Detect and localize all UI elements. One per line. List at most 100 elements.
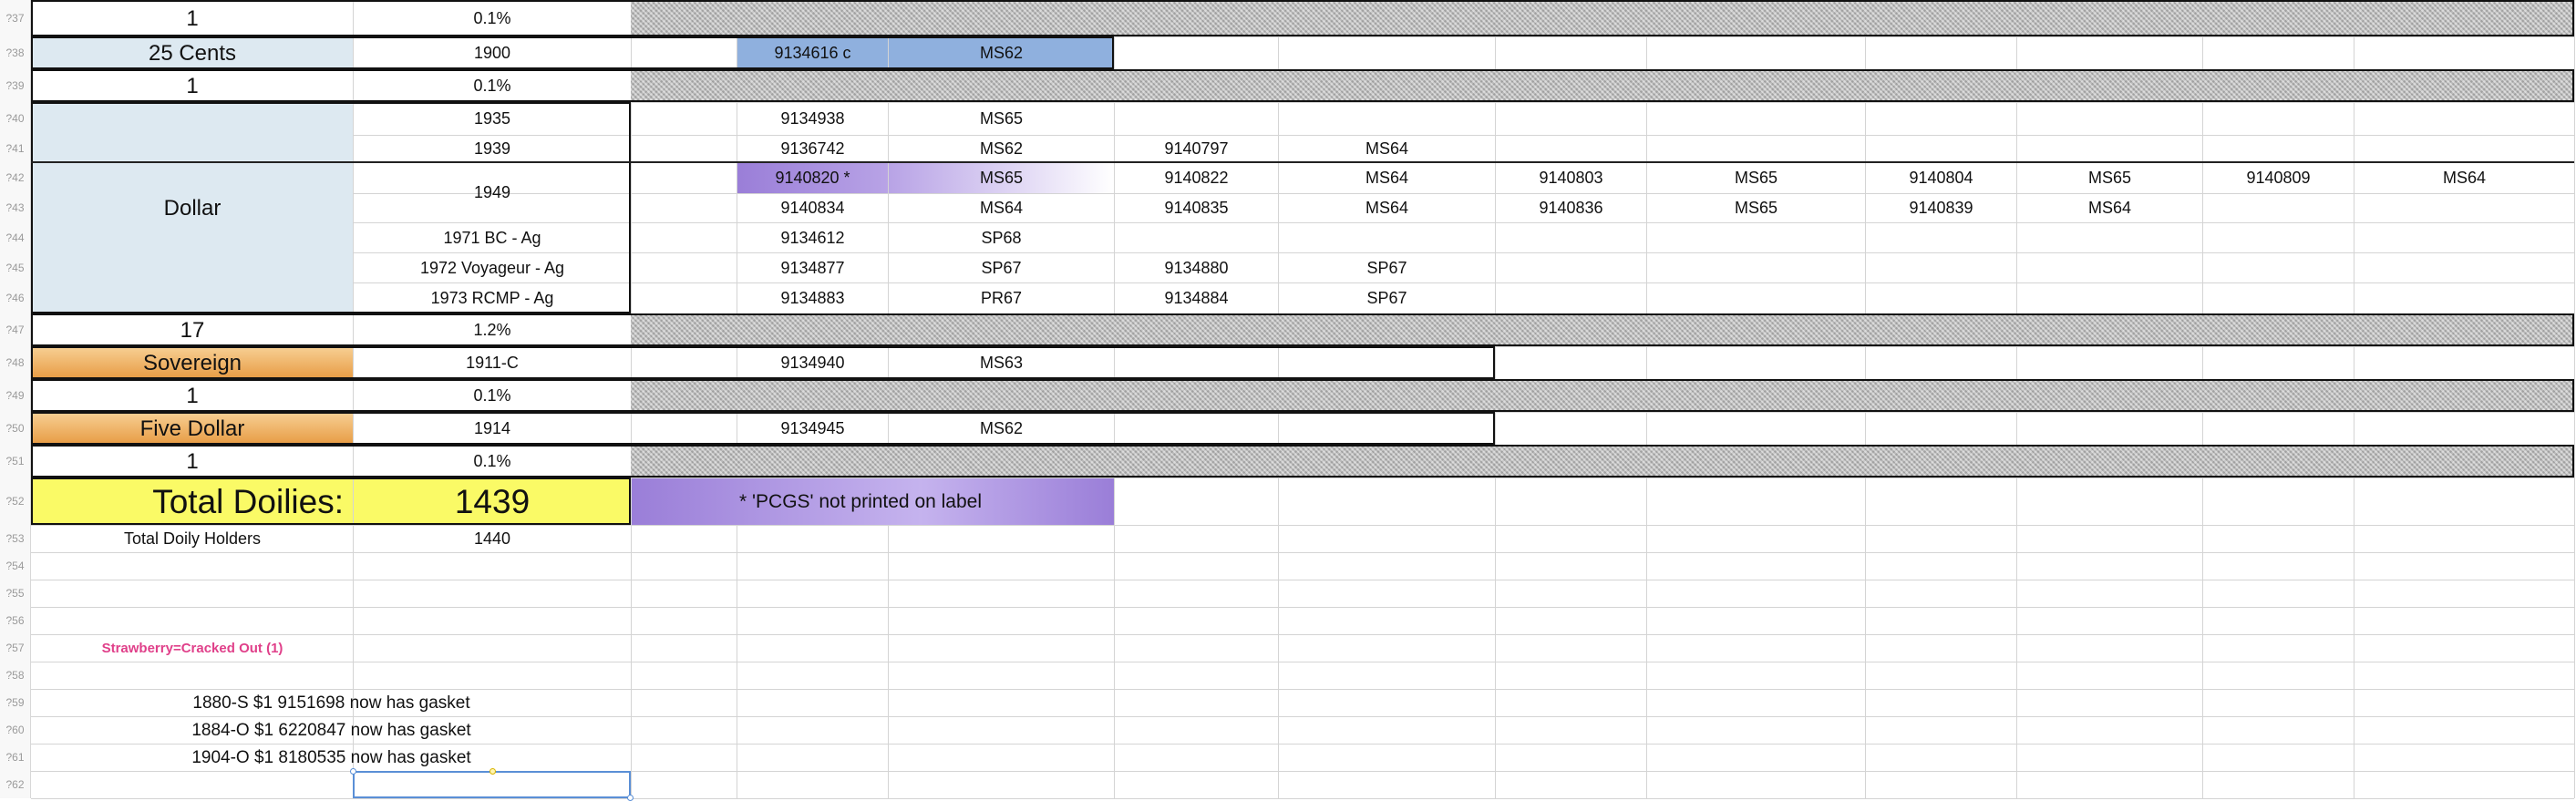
cell[interactable]: 1900 [354,37,631,69]
cell[interactable]: 0.1% [354,446,631,478]
cell[interactable]: MS64 [889,194,1114,222]
cell[interactable]: PR67 [889,283,1114,313]
row-header[interactable]: ?45 [0,252,31,282]
cell[interactable]: Five Dollar [32,413,353,445]
cell[interactable]: Dollar [32,103,353,313]
cell[interactable]: MS62 [889,136,1114,162]
cell[interactable]: 0.1% [354,70,631,102]
cell[interactable]: Strawberry=Cracked Out (1) [32,635,353,662]
cell[interactable]: Total Doilies: [32,478,353,525]
row-header[interactable]: ?49 [0,379,31,412]
row-header[interactable]: ?41 [0,135,31,162]
cell[interactable]: 9134616 c [737,37,888,69]
cell[interactable]: MS65 [2017,163,2202,193]
row-header[interactable]: ?55 [0,580,31,607]
row-header[interactable]: ?44 [0,222,31,252]
cell[interactable]: 1971 BC - Ag [354,223,631,252]
cell[interactable]: 9134945 [737,413,888,445]
selected-cell[interactable] [353,771,631,798]
cell[interactable]: MS64 [1279,163,1495,193]
cell[interactable]: 9140836 [1496,194,1646,222]
cell[interactable]: 9140820 * [737,163,888,193]
row-header[interactable]: ?48 [0,346,31,379]
cell[interactable]: 1439 [354,478,631,525]
cell[interactable]: 25 Cents [32,37,353,69]
cell[interactable]: 1 [32,70,353,102]
cell[interactable]: 9140839 [1866,194,2016,222]
cell[interactable]: 0.1% [354,380,631,412]
row-header[interactable]: ?52 [0,478,31,525]
cell[interactable]: MS64 [1279,136,1495,162]
cell[interactable]: MS62 [889,37,1114,69]
row-header[interactable]: ?59 [0,689,31,716]
row-header[interactable]: ?51 [0,445,31,478]
cell[interactable]: SP68 [889,223,1114,252]
cell[interactable]: 1904-O $1 8180535 now has gasket [32,745,631,771]
cell[interactable]: MS65 [889,163,1114,193]
cell[interactable]: MS64 [2354,163,2574,193]
selection-handle[interactable] [350,768,356,775]
row-header[interactable]: ?58 [0,662,31,689]
cell[interactable]: 1884-O $1 6220847 now has gasket [32,717,631,744]
row-header[interactable]: ?60 [0,716,31,744]
row-header[interactable]: ?40 [0,102,31,135]
cell[interactable]: 9134883 [737,283,888,313]
cell[interactable]: 9134884 [1115,283,1278,313]
cell[interactable]: 9134940 [737,347,888,379]
cell[interactable]: 1880-S $1 9151698 now has gasket [32,690,631,716]
row-header[interactable]: ?37 [0,0,31,36]
cell[interactable]: MS65 [1647,194,1865,222]
cell[interactable]: SP67 [889,253,1114,282]
cell[interactable]: 9136742 [737,136,888,162]
row-header[interactable]: ?61 [0,744,31,771]
row-header[interactable]: ?50 [0,412,31,445]
row-header[interactable]: ?42 [0,162,31,193]
cell[interactable]: SP67 [1279,283,1495,313]
cell[interactable]: 1914 [354,413,631,445]
row-header[interactable]: ?46 [0,282,31,313]
spreadsheet-grid[interactable]: ?37 ?38 ?39 ?40 ?41 ?42 ?43 ?44 ?45 ?46 ?47 ?48 ?49?… [0,0,2576,801]
cell[interactable]: SP67 [1279,253,1495,282]
cell[interactable]: 1911-C [354,347,631,379]
cell[interactable]: 1973 RCMP - Ag [354,283,631,313]
cell[interactable]: 1972 Voyageur - Ag [354,253,631,282]
cell[interactable]: MS64 [1279,194,1495,222]
cell[interactable]: MS65 [1647,163,1865,193]
cell[interactable]: 9140809 [2203,163,2354,193]
cell[interactable]: MS62 [889,413,1114,445]
row-header[interactable]: ?56 [0,607,31,634]
cell[interactable]: 0.1% [354,1,631,36]
cell[interactable]: 1 [32,380,353,412]
selection-handle[interactable] [489,768,496,775]
row-header[interactable]: ?38 [0,36,31,69]
cell[interactable]: * 'PCGS' not printed on label [632,478,1114,525]
cell[interactable]: 9140803 [1496,163,1646,193]
row-header[interactable]: ?53 [0,525,31,552]
cell[interactable]: 9140804 [1866,163,2016,193]
cell[interactable]: 9140822 [1115,163,1278,193]
cell[interactable]: 1939 [354,136,631,162]
cell[interactable]: 1.2% [354,314,631,346]
row-header[interactable]: ?39 [0,69,31,102]
cell[interactable]: 9140834 [737,194,888,222]
cell[interactable]: 9134938 [737,103,888,135]
cell[interactable]: MS64 [2017,194,2202,222]
cell[interactable]: 1440 [354,526,631,552]
cell[interactable]: 1 [32,1,353,36]
cell[interactable]: 9134877 [737,253,888,282]
cell[interactable]: Sovereign [32,347,353,379]
cell[interactable]: MS65 [889,103,1114,135]
cell[interactable]: 1949 [354,163,631,222]
cell[interactable]: 9134880 [1115,253,1278,282]
row-header[interactable]: ?43 [0,193,31,222]
row-header[interactable]: ?62 [0,771,31,798]
cell[interactable]: 1935 [354,103,631,135]
cell[interactable]: 9140797 [1115,136,1278,162]
cell[interactable]: 9134612 [737,223,888,252]
cell[interactable]: 1 [32,446,353,478]
row-header[interactable]: ?47 [0,313,31,346]
cell[interactable]: Total Doily Holders [32,526,353,552]
row-header[interactable]: ?57 [0,634,31,662]
cell[interactable]: 9140835 [1115,194,1278,222]
cell[interactable]: MS63 [889,347,1114,379]
